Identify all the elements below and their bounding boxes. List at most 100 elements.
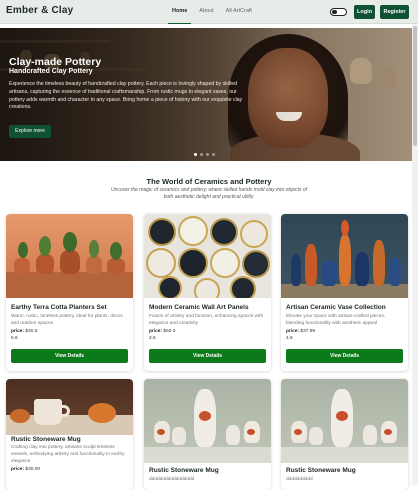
- view-details-button[interactable]: View Details: [286, 349, 403, 363]
- plant-leaves: [39, 236, 51, 256]
- product-price: price: $50.3: [149, 329, 175, 334]
- register-button[interactable]: Register: [380, 5, 409, 19]
- vase: [355, 252, 369, 286]
- product-card: Modern Ceramic Wall Art Panels Fusion of…: [144, 214, 271, 371]
- plant-leaves: [110, 242, 122, 260]
- plant-leaves: [63, 232, 77, 252]
- planter: [86, 256, 102, 274]
- product-card: Rustic Stoneware Mug Crafting clay into …: [6, 379, 133, 489]
- planter: [107, 258, 125, 274]
- product-description: dddddddddd: [286, 477, 313, 482]
- product-description: Crafting clay into pottery, artisans scu…: [11, 445, 125, 464]
- pumpkin: [10, 409, 30, 423]
- product-price: price: $37.99: [286, 329, 315, 334]
- table-surface: [281, 284, 408, 298]
- plate: [178, 248, 208, 278]
- product-title: Artisan Ceramic Vase Collection: [286, 304, 386, 311]
- plate: [210, 248, 240, 278]
- hero-banner: Clay-made Pottery Handcrafted Clay Potte…: [0, 28, 418, 161]
- hero-description: Experience the timeless beauty of handcr…: [9, 81, 243, 111]
- table-surface: [281, 447, 408, 463]
- price-label: price:: [11, 329, 25, 334]
- plate: [146, 248, 176, 278]
- sake-cup: [226, 425, 240, 445]
- product-image: [144, 214, 271, 298]
- price-label: price:: [149, 329, 163, 334]
- plate: [210, 218, 238, 246]
- product-description: Warm, rustic, timeless pottery, ideal fo…: [11, 314, 124, 326]
- nav-link-home[interactable]: Home: [168, 0, 192, 24]
- plate: [240, 220, 268, 248]
- product-rating: 5.6: [11, 336, 18, 341]
- product-title: Modern Ceramic Wall Art Panels: [149, 304, 249, 311]
- page-scrollbar[interactable]: [412, 24, 418, 485]
- product-image: [281, 379, 408, 463]
- section-subtitle: Uncover the magic of ceramics and potter…: [110, 187, 308, 200]
- planter: [36, 254, 54, 274]
- nav-link-all-artcraft[interactable]: All ArtCraft: [222, 0, 256, 24]
- product-rating: 2.5: [149, 336, 156, 341]
- floral-pattern: [199, 411, 211, 421]
- plate: [194, 278, 220, 298]
- floral-pattern: [336, 411, 348, 421]
- brand-logo[interactable]: Ember & Clay: [6, 5, 73, 16]
- plate: [178, 216, 208, 246]
- vase: [321, 260, 337, 286]
- plate: [148, 218, 176, 246]
- product-image: [6, 379, 133, 435]
- product-description: Fusion of artistry and function, enhanci…: [149, 314, 264, 326]
- plant-leaves: [18, 242, 28, 258]
- floral-pattern: [384, 429, 392, 435]
- nav-links: Home About All ArtCraft: [168, 0, 256, 24]
- vase: [389, 258, 401, 286]
- pumpkin: [88, 403, 116, 423]
- theme-toggle-icon[interactable]: [330, 8, 347, 16]
- table-surface: [144, 447, 271, 463]
- explore-more-button[interactable]: Explore more: [9, 125, 51, 138]
- price-label: price:: [286, 329, 300, 334]
- view-details-button[interactable]: View Details: [149, 349, 266, 363]
- navbar: Ember & Clay Home About All ArtCraft Log…: [0, 0, 418, 24]
- carousel-dot[interactable]: [206, 153, 209, 156]
- hero-title: Clay-made Pottery: [9, 56, 102, 68]
- product-rating: 4.6: [286, 336, 293, 341]
- planter: [60, 250, 80, 274]
- product-card: Rustic Stoneware Mug dddddddddd: [281, 379, 408, 489]
- nav-link-about[interactable]: About: [195, 0, 217, 24]
- flower: [341, 220, 349, 236]
- plant-leaves: [89, 240, 99, 258]
- login-button[interactable]: Login: [354, 5, 375, 19]
- vase: [373, 240, 385, 286]
- hero-subtitle: Handcrafted Clay Pottery: [9, 68, 93, 75]
- carousel-dot[interactable]: [194, 153, 197, 156]
- product-card: Rustic Stoneware Mug ddddddddddddddddd: [144, 379, 271, 489]
- carousel-dot[interactable]: [200, 153, 203, 156]
- product-image: [281, 214, 408, 298]
- floral-pattern: [157, 429, 165, 435]
- mug: [34, 399, 62, 425]
- product-price: price: $30.00: [11, 467, 40, 472]
- sake-cup: [363, 425, 377, 445]
- floral-pattern: [247, 429, 255, 435]
- carousel-dot[interactable]: [212, 153, 215, 156]
- product-title: Earthy Terra Cotta Planters Set: [11, 304, 107, 311]
- product-image-shelf: [6, 272, 133, 298]
- product-title: Rustic Stoneware Mug: [11, 436, 81, 443]
- vase: [305, 244, 317, 286]
- planter: [14, 258, 30, 274]
- scrollbar-thumb[interactable]: [413, 26, 417, 146]
- price-label: price:: [11, 467, 25, 472]
- view-details-button[interactable]: View Details: [11, 349, 128, 363]
- price-value: $40.5: [25, 329, 38, 334]
- product-price: price: $40.5: [11, 329, 37, 334]
- product-title: Rustic Stoneware Mug: [286, 467, 356, 474]
- price-value: $30.00: [25, 467, 41, 472]
- vase: [291, 254, 301, 286]
- carousel-dots: [194, 153, 215, 156]
- product-card: Earthy Terra Cotta Planters Set Warm, ru…: [6, 214, 133, 371]
- section-title: The World of Ceramics and Pottery: [146, 177, 272, 186]
- floral-pattern: [294, 429, 302, 435]
- product-image: [144, 379, 271, 463]
- price-value: $37.99: [300, 329, 316, 334]
- plate: [158, 276, 182, 298]
